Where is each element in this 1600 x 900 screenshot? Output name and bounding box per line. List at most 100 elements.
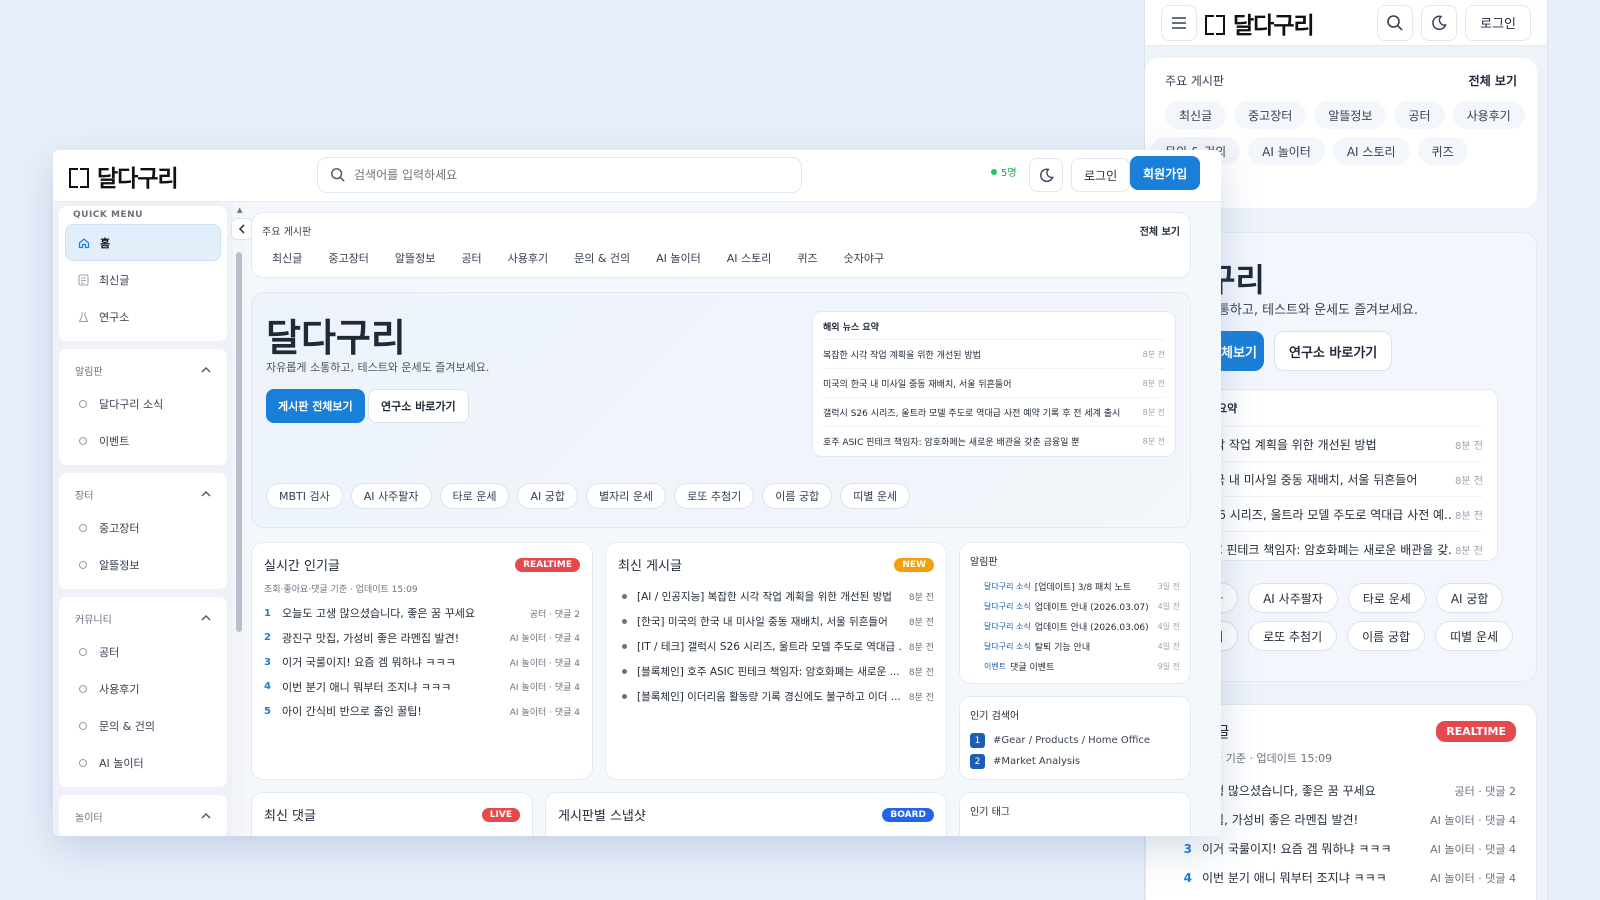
board-chip[interactable]: 사용후기 <box>498 246 558 270</box>
notice-item[interactable]: 달다구리 소식 업데이트 안내 (2026.03.06) 4일 전 <box>970 616 1180 636</box>
mobile-news-item[interactable]: 시각 작업 계획을 위한 개선된 방법 8분 전 <box>1203 426 1483 461</box>
login-button[interactable]: 로그인 <box>1071 158 1131 192</box>
boards-view-all-link[interactable]: 전체 보기 <box>1140 223 1180 238</box>
mobile-news-item[interactable]: SIC 핀테크 책임자: 암호화폐는 새로운 배관을 갖... 8분 전 <box>1203 531 1483 566</box>
mobile-popular-item[interactable]: 맛집, 가성비 좋은 라멘집 발견! AI 놀이터 · 댓글 4 <box>1202 805 1516 834</box>
mobile-news-item[interactable]: 한국 내 미사일 중동 재배치, 서울 뒤흔들어 8분 전 <box>1203 461 1483 496</box>
mobile-popular-item[interactable]: 고생 많으셨습니다, 좋은 꿈 꾸세요 공터 · 댓글 2 <box>1202 776 1516 805</box>
news-time: 8분 전 <box>1142 407 1165 417</box>
test-pill[interactable]: 별자리 운세 <box>586 483 667 509</box>
test-pill[interactable]: 띠별 운세 <box>840 483 911 509</box>
mobile-test-pill[interactable]: 타로 운세 <box>1347 583 1426 613</box>
boards-all-button[interactable]: 게시판 전체보기 <box>266 389 365 423</box>
mobile-board-chip[interactable]: AI 스토리 <box>1332 137 1410 165</box>
sidebar-group-header[interactable]: 알림판 <box>65 355 221 385</box>
board-chip[interactable]: 퀴즈 <box>787 246 827 270</box>
trending-rank: 2 <box>970 754 985 769</box>
mobile-board-chip[interactable]: 공터 <box>1394 101 1445 129</box>
sidebar-item[interactable]: 중고장터 <box>65 509 221 546</box>
main-content: 주요 게시판 전체 보기 최신글 중고장터 알뜰정보 공터 사용후기 문의 & 건의 AI … <box>249 202 1221 836</box>
test-pill[interactable]: 이름 궁합 <box>762 483 833 509</box>
board-chip[interactable]: 중고장터 <box>318 246 378 270</box>
popular-item[interactable]: 1 오늘도 고생 많으셨습니다, 좋은 꿈 꾸세요 공터 · 댓글 2 <box>264 601 580 626</box>
mobile-test-pill[interactable]: 띠별 운세 <box>1435 621 1514 651</box>
notice-item[interactable]: 달다구리 소식 [업데이트] 3/8 패치 노트 3일 전 <box>970 576 1180 596</box>
test-pill[interactable]: MBTI 검사 <box>266 483 343 509</box>
mobile-news-item[interactable]: S26 시리즈, 울트라 모델 주도로 역대급 사전 예... 8분 전 <box>1203 496 1483 531</box>
test-pill[interactable]: 타로 운세 <box>439 483 510 509</box>
mobile-board-chip[interactable]: AI 놀이터 <box>1248 137 1325 165</box>
latest-item[interactable]: [IT / 테크] 갤럭시 S26 시리즈, 울트라 모델 주도로 역대급 ..… <box>618 634 934 659</box>
news-item[interactable]: 호주 ASIC 핀테크 책임자: 암호화폐는 새로운 배관을 갖춘 금융일 뿐 8… <box>823 426 1165 455</box>
latest-item[interactable]: [한국] 미국의 한국 내 미사일 중동 재배치, 서울 뒤흔들어 8분 전 <box>618 609 934 634</box>
logo[interactable]: 달다구리 <box>69 159 179 193</box>
mobile-lab-button[interactable]: 연구소 바로가기 <box>1274 331 1393 371</box>
mobile-search-button[interactable] <box>1377 4 1414 41</box>
popular-item[interactable]: 3 이거 국룰이지! 요즘 겜 뭐하냐 ㅋㅋㅋ AI 놀이터 · 댓글 4 <box>264 650 580 675</box>
mobile-view-all[interactable]: 전체 보기 <box>1469 72 1517 89</box>
board-chip[interactable]: 최신글 <box>262 246 312 270</box>
sidebar-item-home[interactable]: 홈 <box>65 224 221 261</box>
sidebar-item[interactable]: AI 놀이터 <box>65 744 221 781</box>
popular-item[interactable]: 5 아이 간식비 반으로 줄인 꿀팁! AI 놀이터 · 댓글 4 <box>264 699 580 724</box>
sidebar-item[interactable]: 사용후기 <box>65 670 221 707</box>
board-chip[interactable]: 숫자야구 <box>834 246 894 270</box>
search-bar[interactable] <box>317 157 802 193</box>
sidebar-item[interactable]: 알뜰정보 <box>65 546 221 583</box>
snapshot-title: 게시판별 스냅샷 <box>558 809 646 824</box>
sidebar-group-header[interactable]: 놀이터 <box>65 801 221 831</box>
mobile-board-chip[interactable]: 퀴즈 <box>1417 137 1468 165</box>
theme-toggle-button[interactable] <box>1029 158 1063 192</box>
latest-item[interactable]: [블록체인] 호주 ASIC 핀테크 책임자: 암호화폐는 새로운 ... 8분 … <box>618 659 934 684</box>
test-pill[interactable]: 로또 추첨기 <box>674 483 755 509</box>
board-chip[interactable]: AI 놀이터 <box>646 246 711 270</box>
latest-item[interactable]: [블록체인] 이더리움 활동량 기록 경신에도 불구하고 이더 ... 8분 전 <box>618 684 934 709</box>
trending-item[interactable]: 2 #Market Analysis <box>970 751 1180 772</box>
test-pill[interactable]: AI 사주팔자 <box>350 483 432 509</box>
notice-item[interactable]: 이벤트 댓글 이벤트 9일 전 <box>970 656 1180 676</box>
sidebar-item[interactable]: 공터 <box>65 633 221 670</box>
mobile-popular-item[interactable]: 4 이번 분기 애니 뭐부터 조지냐 ㅋㅋㅋ AI 놀이터 · 댓글 4 <box>1184 863 1516 892</box>
menu-button[interactable] <box>1161 4 1197 41</box>
sidebar-item[interactable]: 이벤트 <box>65 422 221 459</box>
board-chip[interactable]: 알뜰정보 <box>385 246 445 270</box>
mobile-board-chip[interactable]: 사용후기 <box>1452 101 1525 129</box>
board-chip[interactable]: AI 스토리 <box>717 246 782 270</box>
news-item[interactable]: 미국의 한국 내 미사일 중동 재배치, 서울 뒤흔들어 8분 전 <box>823 368 1165 397</box>
sidebar-scrollbar[interactable]: ▲ <box>234 202 245 836</box>
signup-button[interactable]: 회원가입 <box>1130 156 1201 190</box>
mobile-board-chip[interactable]: 중고장터 <box>1234 101 1307 129</box>
board-chip[interactable]: 문의 & 건의 <box>564 246 640 270</box>
news-item[interactable]: 복잡한 시각 작업 계획을 위한 개선된 방법 8분 전 <box>823 339 1165 368</box>
lab-shortcut-button[interactable]: 연구소 바로가기 <box>368 389 469 423</box>
sidebar-group-header[interactable]: 장터 <box>65 479 221 509</box>
mobile-test-pill[interactable]: 로또 추첨기 <box>1248 621 1338 651</box>
mobile-popular-item[interactable]: 3 이거 국룰이지! 요즘 겜 뭐하냐 ㅋㅋㅋ AI 놀이터 · 댓글 4 <box>1184 834 1516 863</box>
popular-item[interactable]: 4 이번 분기 애니 뭐부터 조지냐 ㅋㅋㅋ AI 놀이터 · 댓글 4 <box>264 675 580 700</box>
mobile-test-pill[interactable]: AI 궁합 <box>1435 583 1504 613</box>
latest-text: [블록체인] 이더리움 활동량 기록 경신에도 불구하고 이더 ... <box>637 691 901 703</box>
mobile-test-pill[interactable]: AI 사주팔자 <box>1248 583 1338 613</box>
search-input[interactable] <box>354 168 789 182</box>
notice-item[interactable]: 달다구리 소식 탈퇴 기능 안내 4일 전 <box>970 636 1180 656</box>
mobile-test-pill[interactable]: 이름 궁합 <box>1347 621 1426 651</box>
board-chip[interactable]: 공터 <box>451 246 491 270</box>
mobile-login-button[interactable]: 로그인 <box>1465 4 1531 41</box>
news-item[interactable]: 갤럭시 S26 시리즈, 울트라 모델 주도로 역대급 사전 예약 기록 후 전… <box>823 397 1165 426</box>
popular-item[interactable]: 2 광진구 맛집, 가성비 좋은 라멘집 발견! AI 놀이터 · 댓글 4 <box>264 626 580 651</box>
trending-item[interactable]: 1 #Gear / Products / Home Office <box>970 730 1180 751</box>
sidebar-item-lab[interactable]: 연구소 <box>65 298 221 335</box>
mobile-board-chip[interactable]: 최신글 <box>1165 101 1227 129</box>
mobile-theme-toggle[interactable] <box>1421 4 1458 41</box>
sidebar-item[interactable]: 달다구리 소식 <box>65 385 221 422</box>
scrollbar-thumb[interactable] <box>236 252 242 632</box>
notice-item[interactable]: 달다구리 소식 업데이트 안내 (2026.03.07) 4일 전 <box>970 596 1180 616</box>
quick-menu-title: QUICK MENU <box>73 210 143 220</box>
sidebar-item[interactable]: 문의 & 건의 <box>65 707 221 744</box>
test-pill[interactable]: AI 궁합 <box>517 483 578 509</box>
mobile-board-chip[interactable]: 알뜰정보 <box>1314 101 1387 129</box>
mobile-logo[interactable]: 달다구리 <box>1205 6 1315 40</box>
sidebar-group-header[interactable]: 커뮤니티 <box>65 603 221 633</box>
latest-item[interactable]: [AI / 인공지능] 복잡한 시각 작업 계획을 위한 개선된 방법 8분 전 <box>618 584 934 609</box>
sidebar-item-latest[interactable]: 최신글 <box>65 261 221 298</box>
